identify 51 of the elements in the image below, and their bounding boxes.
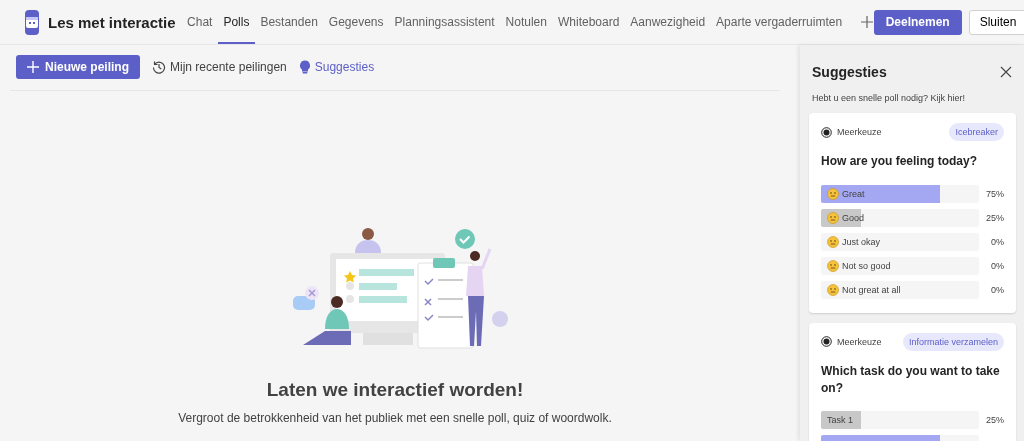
emoji-icon — [827, 259, 839, 272]
poll-type: Meerkeuze — [837, 336, 882, 347]
panel-title: Suggesties — [812, 64, 887, 80]
radio-icon — [821, 336, 832, 348]
tab[interactable]: Aanwezigheid — [624, 0, 711, 44]
meeting-title: Les met interactie — [48, 13, 176, 31]
tab[interactable]: Bestanden — [254, 0, 324, 44]
history-icon — [152, 60, 166, 74]
option-label: Not great at all — [842, 284, 901, 295]
new-poll-button[interactable]: Nieuwe peiling — [16, 55, 140, 79]
poll-card[interactable]: Meerkeuze Icebreaker How are you feeling today? Great 75% Good 25% Just okay 0% Not so good 0% Not great at all 0% — [809, 113, 1016, 313]
radio-icon — [821, 126, 832, 138]
close-icon[interactable] — [1000, 66, 1012, 78]
tab[interactable]: Notulen — [500, 0, 553, 44]
category-tag: Informatie verzamelen — [902, 332, 1004, 351]
option-percentage: 25% — [986, 212, 1004, 223]
tab[interactable]: Chat — [181, 0, 218, 44]
emoji-icon — [827, 187, 839, 200]
category-tag: Icebreaker — [949, 123, 1004, 141]
calendar-icon — [25, 9, 39, 35]
recent-polls-button[interactable]: Mijn recente peilingen — [148, 55, 291, 79]
tab[interactable]: Whiteboard — [552, 0, 625, 44]
option-label: Just okay — [842, 236, 881, 247]
option-percentage: 0% — [991, 284, 1004, 295]
emoji-icon — [827, 283, 839, 296]
option-label: Task 1 — [827, 415, 853, 426]
lightbulb-icon — [298, 60, 311, 74]
tab[interactable]: Polls — [217, 0, 255, 44]
poll-type: Meerkeuze — [837, 127, 882, 137]
poll-card[interactable]: Meerkeuze Informatie verzamelen Which task do you want to take on? Task 1 25% — [809, 322, 1016, 441]
tab[interactable]: Planningsassistent — [389, 0, 501, 44]
join-button[interactable]: Deelnemen — [873, 9, 962, 35]
poll-question: Which task do you want to take on? — [821, 362, 1001, 397]
option-label: Great — [842, 188, 865, 199]
panel-subtitle: Hebt u een snelle poll nodig? Kijk hier! — [812, 93, 967, 103]
option-percentage: 75% — [986, 188, 1004, 199]
close-button[interactable]: Sluiten — [968, 9, 1024, 35]
option-label: Not so good — [842, 260, 891, 271]
poll-question: How are you feeling today? — [821, 153, 979, 170]
option-label: Good — [842, 212, 865, 223]
empty-state-heading: Laten we interactief worden! — [266, 379, 524, 401]
option-percentage: 25% — [986, 415, 1004, 426]
emoji-icon — [827, 211, 839, 224]
option-percentage: 0% — [991, 260, 1004, 271]
empty-state-description: Vergroot de betrokkenheid van het publiek met een snelle poll, quiz of woordwolk. — [178, 411, 612, 425]
emoji-icon — [827, 235, 839, 248]
tab[interactable]: Aparte vergaderruimten — [710, 0, 848, 44]
plus-icon — [26, 60, 40, 74]
option-percentage: 0% — [991, 236, 1004, 247]
tab[interactable]: Gegevens — [323, 0, 390, 44]
suggestions-button[interactable]: Suggesties — [294, 55, 379, 79]
